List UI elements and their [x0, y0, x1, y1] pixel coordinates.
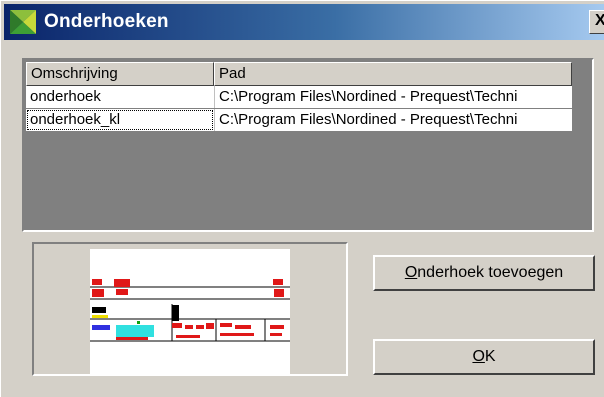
preview-image [90, 249, 290, 374]
cell-pad: C:\Program Files\Nordined - Prequest\Tec… [214, 109, 572, 131]
add-button-mnemonic: O [404, 264, 418, 281]
cell-omschrijving: onderhoek_kl [26, 109, 214, 131]
list-item[interactable]: onderhoek C:\Program Files\Nordined - Pr… [26, 86, 572, 108]
list-item[interactable]: onderhoek_kl C:\Program Files\Nordined -… [26, 109, 572, 131]
add-onderhoek-button[interactable]: Onderhoek toevoegen [373, 255, 595, 291]
ok-button[interactable]: OK [373, 339, 595, 375]
onderhoeken-list[interactable]: Omschrijving Pad onderhoek C:\Program Fi… [22, 58, 594, 232]
title-bar[interactable]: Onderhoeken X [4, 4, 604, 40]
preview-panel [32, 242, 348, 376]
window-title: Onderhoeken [44, 11, 169, 32]
dialog-window: Onderhoeken X Omschrijving Pad onderhoek… [0, 0, 604, 397]
column-header-omschrijving[interactable]: Omschrijving [26, 62, 214, 86]
close-icon: X [595, 12, 604, 29]
ok-button-mnemonic: O [472, 348, 485, 365]
add-button-label: nderhoek toevoegen [417, 264, 564, 281]
ok-button-label: K [484, 348, 496, 365]
cell-omschrijving: onderhoek [30, 88, 101, 105]
cell-pad: C:\Program Files\Nordined - Prequest\Tec… [214, 86, 572, 108]
app-icon [10, 10, 36, 34]
column-header-pad[interactable]: Pad [214, 62, 572, 86]
list-header: Omschrijving Pad [26, 62, 572, 86]
drawing-thumbnail-icon [90, 279, 290, 342]
close-button[interactable]: X [589, 10, 604, 34]
